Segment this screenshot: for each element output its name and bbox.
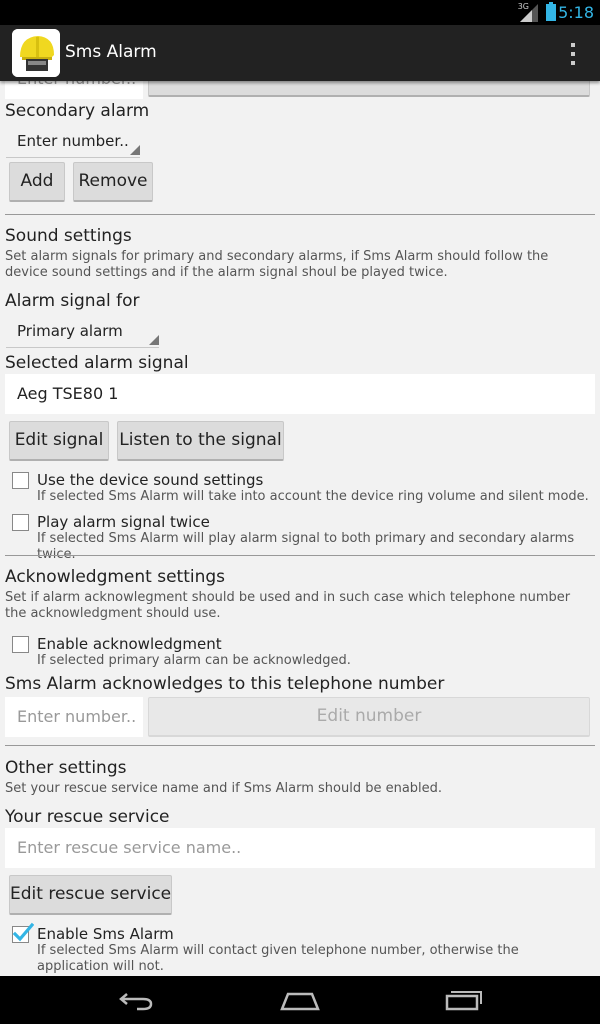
status-bar: 3G 5:18 [0, 0, 600, 25]
signal-icon [520, 4, 538, 22]
use-device-sound-summary: If selected Sms Alarm will take into acc… [37, 489, 589, 504]
divider [5, 745, 595, 746]
edit-signal-button[interactable]: Edit signal [9, 421, 109, 461]
listen-signal-button[interactable]: Listen to the signal [117, 421, 284, 461]
battery-icon [546, 2, 556, 21]
divider [5, 214, 595, 215]
alarm-signal-for-value: Primary alarm [17, 322, 123, 340]
remove-button[interactable]: Remove [73, 162, 153, 202]
play-twice-checkbox[interactable] [12, 514, 29, 531]
primary-edit-number-button[interactable]: Edit number [148, 81, 590, 97]
secondary-alarm-label: Secondary alarm [5, 101, 150, 121]
back-icon[interactable] [117, 988, 157, 1012]
edit-rescue-service-button[interactable]: Edit rescue service [9, 875, 172, 915]
enable-ack-summary: If selected primary alarm can be acknowl… [37, 653, 351, 668]
navigation-bar [0, 976, 600, 1024]
overflow-menu-icon[interactable] [566, 41, 580, 67]
recent-apps-icon[interactable] [443, 988, 483, 1012]
spinner-arrow-icon [130, 145, 140, 155]
sound-settings-summary: Set alarm signals for primary and second… [5, 249, 549, 280]
enable-ack-title: Enable acknowledgment [37, 635, 222, 653]
checkmark-icon [12, 922, 34, 942]
enable-sms-alarm-summary: If selected Sms Alarm will contact given… [37, 943, 519, 974]
ack-number-label: Sms Alarm acknowledges to this telephone… [5, 674, 445, 694]
enable-sms-alarm-checkbox[interactable] [12, 922, 34, 943]
play-twice-title: Play alarm signal twice [37, 513, 210, 531]
selected-alarm-signal-field[interactable]: Aeg TSE80 1 [5, 374, 595, 414]
alarm-signal-for-label: Alarm signal for [5, 291, 140, 311]
other-settings-title: Other settings [5, 758, 127, 778]
settings-content[interactable]: Enter number.. Edit number Secondary ala… [0, 81, 600, 976]
add-button[interactable]: Add [9, 162, 65, 202]
other-settings-summary: Set your rescue service name and if Sms … [5, 781, 443, 796]
ack-number-input[interactable]: Enter number.. [5, 697, 143, 737]
spinner-arrow-icon [149, 335, 159, 345]
alarm-signal-for-spinner[interactable]: Primary alarm [6, 316, 159, 348]
app-title: Sms Alarm [65, 42, 157, 62]
home-icon[interactable] [280, 988, 320, 1012]
status-clock: 5:18 [558, 3, 594, 22]
ack-settings-summary: Set if alarm acknowlegment should be use… [5, 590, 571, 621]
enable-sms-alarm-title: Enable Sms Alarm [37, 925, 174, 943]
primary-number-input[interactable]: Enter number.. [5, 81, 143, 99]
divider [5, 555, 595, 556]
secondary-alarm-spinner-value: Enter number.. [17, 132, 129, 150]
selected-alarm-signal-label: Selected alarm signal [5, 353, 189, 373]
ack-edit-number-button[interactable]: Edit number [148, 697, 590, 737]
play-twice-summary: If selected Sms Alarm will play alarm si… [37, 531, 575, 562]
action-bar: Sms Alarm [0, 25, 600, 81]
rescue-service-input[interactable]: Enter rescue service name.. [5, 828, 595, 868]
sound-settings-title: Sound settings [5, 226, 132, 246]
app-logo-icon [12, 29, 60, 77]
use-device-sound-title: Use the device sound settings [37, 471, 264, 489]
ack-settings-title: Acknowledgment settings [5, 567, 226, 587]
rescue-service-label: Your rescue service [5, 807, 170, 827]
secondary-alarm-spinner[interactable]: Enter number.. [6, 126, 140, 158]
use-device-sound-checkbox[interactable] [12, 472, 29, 489]
enable-ack-checkbox[interactable] [12, 636, 29, 653]
